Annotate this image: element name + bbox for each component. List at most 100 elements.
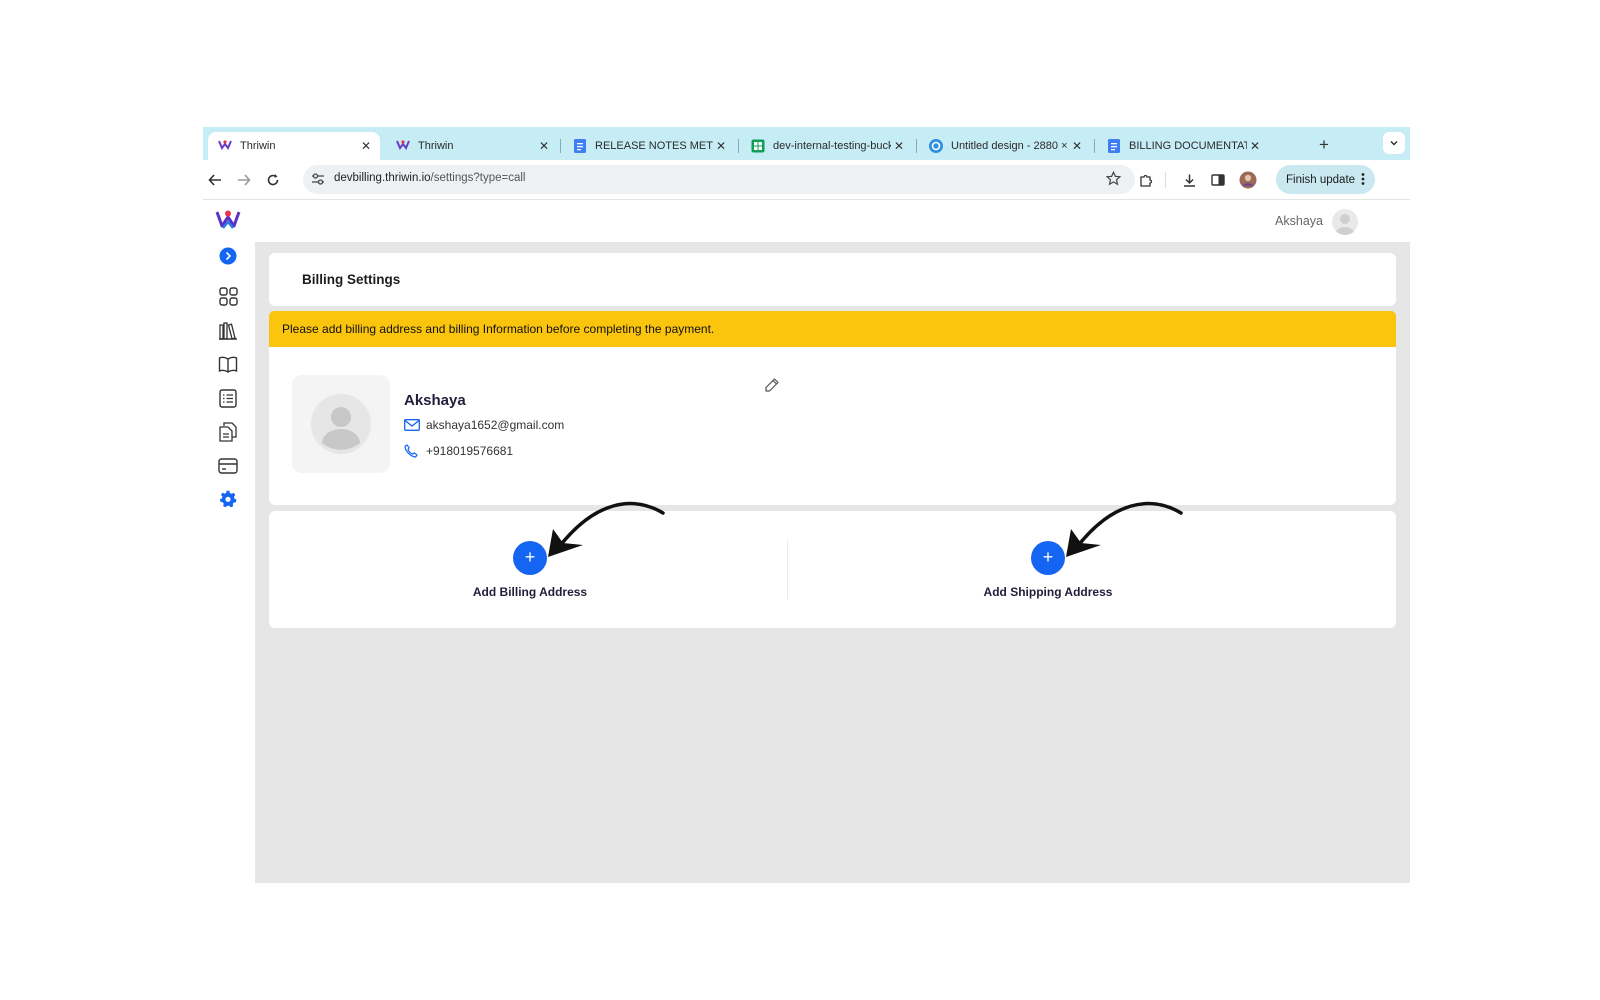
expand-chevron-icon xyxy=(219,247,237,265)
url-path: /settings?type=call xyxy=(430,172,526,184)
sidebar-item-settings[interactable] xyxy=(218,489,238,509)
sidebar-item-dashboard[interactable] xyxy=(218,286,238,306)
toolbar-divider xyxy=(1165,172,1166,188)
google-docs-icon xyxy=(573,139,587,153)
app-root: Akshaya Billing Settings Please add bill… xyxy=(203,200,1410,883)
tab-release-notes[interactable]: RELEASE NOTES METER ✕ xyxy=(563,132,735,160)
sheets-icon xyxy=(751,139,765,153)
profile-name: Akshaya xyxy=(404,392,466,409)
side-panel-icon xyxy=(1211,174,1225,186)
settings-gear-icon xyxy=(220,490,237,508)
profile-avatar-button[interactable] xyxy=(1239,171,1257,189)
book-icon xyxy=(218,356,238,373)
sidebar xyxy=(203,200,255,883)
tab-title: dev-internal-testing-buck xyxy=(773,140,891,152)
profile-phone: +918019576681 xyxy=(426,444,514,458)
dashboard-grid-icon xyxy=(218,286,238,306)
profile-phone-row: +918019576681 xyxy=(404,444,513,458)
close-tab-icon[interactable]: ✕ xyxy=(1247,139,1263,153)
header-avatar[interactable] xyxy=(1332,209,1358,235)
avatar-placeholder-icon xyxy=(311,394,371,454)
phone-icon xyxy=(404,444,420,458)
tab-title: Thriwin xyxy=(418,140,454,152)
google-docs-icon xyxy=(1107,139,1121,153)
more-vert-icon xyxy=(1361,172,1365,189)
shipping-address-section: + Add Shipping Address xyxy=(787,511,1317,628)
header-user-name[interactable]: Akshaya xyxy=(1275,214,1323,228)
list-icon xyxy=(219,388,237,408)
profile-photo xyxy=(292,375,390,473)
downloads-button[interactable] xyxy=(1180,171,1198,189)
sidebar-item-guide[interactable] xyxy=(218,354,238,374)
close-tab-icon[interactable]: ✕ xyxy=(713,139,729,153)
back-button[interactable] xyxy=(206,171,224,189)
forward-arrow-icon xyxy=(238,174,251,186)
tab-title: Thriwin xyxy=(240,140,276,152)
close-tab-icon[interactable]: ✕ xyxy=(891,139,907,153)
tab-title: RELEASE NOTES METER xyxy=(595,140,713,152)
close-tab-icon[interactable]: ✕ xyxy=(1069,139,1085,153)
tab-title: Untitled design - 2880 × xyxy=(951,140,1068,152)
back-arrow-icon xyxy=(208,174,221,186)
finish-update-label: Finish update xyxy=(1286,173,1356,186)
tab-separator xyxy=(916,139,917,153)
profile-avatar-icon xyxy=(1239,171,1257,189)
mail-icon xyxy=(404,418,420,432)
sidebar-item-list[interactable] xyxy=(218,388,238,408)
pencil-icon xyxy=(765,378,779,392)
thriwin-logo[interactable] xyxy=(215,208,241,234)
address-card: + Add Billing Address + Add Shipping Add… xyxy=(269,501,1396,628)
library-icon xyxy=(219,321,237,340)
documents-icon xyxy=(219,422,237,442)
tab-untitled-design[interactable]: Untitled design - 2880 × ✕ xyxy=(919,132,1091,160)
url-text: devbilling.thriwin.io/settings?type=call xyxy=(334,172,525,184)
credit-card-icon xyxy=(218,458,238,474)
add-billing-address-label[interactable]: Add Billing Address xyxy=(430,585,630,599)
tab-search-button[interactable] xyxy=(1383,132,1405,154)
sidebar-expand-button[interactable] xyxy=(218,246,238,266)
forward-button[interactable] xyxy=(235,171,253,189)
new-tab-button[interactable]: + xyxy=(1312,133,1336,157)
tab-separator xyxy=(738,139,739,153)
bookmark-star-icon[interactable] xyxy=(1105,170,1122,191)
extensions-button[interactable] xyxy=(1137,171,1155,189)
finish-update-button[interactable]: Finish update xyxy=(1276,165,1375,194)
app-header: Akshaya xyxy=(255,200,1410,242)
add-shipping-address-label[interactable]: Add Shipping Address xyxy=(948,585,1148,599)
browser-toolbar: devbilling.thriwin.io/settings?type=call… xyxy=(203,160,1410,200)
page-header-card: Billing Settings xyxy=(269,253,1396,306)
edit-profile-button[interactable] xyxy=(764,377,780,393)
reload-button[interactable] xyxy=(264,171,282,189)
tab-title: BILLING DOCUMENTATIO xyxy=(1129,140,1247,152)
site-settings-icon[interactable] xyxy=(311,172,325,191)
tab-thriwin[interactable]: Thriwin ✕ xyxy=(386,132,558,160)
tab-separator xyxy=(1094,139,1095,153)
url-host: devbilling.thriwin.io xyxy=(334,172,431,184)
main-content: Billing Settings Please add billing addr… xyxy=(255,242,1410,883)
annotation-arrow-shipping xyxy=(1066,501,1183,557)
annotation-arrow-billing xyxy=(548,501,665,557)
tab-billing-documentation[interactable]: BILLING DOCUMENTATIO ✕ xyxy=(1097,132,1269,160)
reload-icon xyxy=(267,174,279,186)
sidebar-item-library[interactable] xyxy=(218,320,238,340)
canva-icon xyxy=(929,139,943,153)
close-tab-icon[interactable]: ✕ xyxy=(358,139,374,153)
address-bar[interactable]: devbilling.thriwin.io/settings?type=call xyxy=(303,165,1135,194)
profile-email-row: akshaya1652@gmail.com xyxy=(404,418,564,432)
thriwin-logo-icon xyxy=(215,210,241,229)
puzzle-icon xyxy=(1139,174,1152,187)
thriwin-logo-icon xyxy=(396,139,410,153)
billing-address-section: + Add Billing Address xyxy=(269,511,799,628)
sidebar-item-billing[interactable] xyxy=(218,456,238,476)
tab-strip: Thriwin ✕ Thriwin ✕ RELEASE NOTES METER … xyxy=(203,127,1410,160)
user-avatar-icon xyxy=(1335,214,1355,235)
close-tab-icon[interactable]: ✕ xyxy=(536,139,552,153)
tab-thriwin-active[interactable]: Thriwin ✕ xyxy=(208,132,380,160)
tab-dev-internal-testing[interactable]: dev-internal-testing-buck ✕ xyxy=(741,132,913,160)
side-panel-button[interactable] xyxy=(1209,171,1227,189)
sidebar-item-documents[interactable] xyxy=(218,422,238,442)
download-icon xyxy=(1183,174,1195,187)
browser-window: Thriwin ✕ Thriwin ✕ RELEASE NOTES METER … xyxy=(203,127,1410,883)
tab-separator xyxy=(560,139,561,153)
profile-email: akshaya1652@gmail.com xyxy=(426,418,565,432)
